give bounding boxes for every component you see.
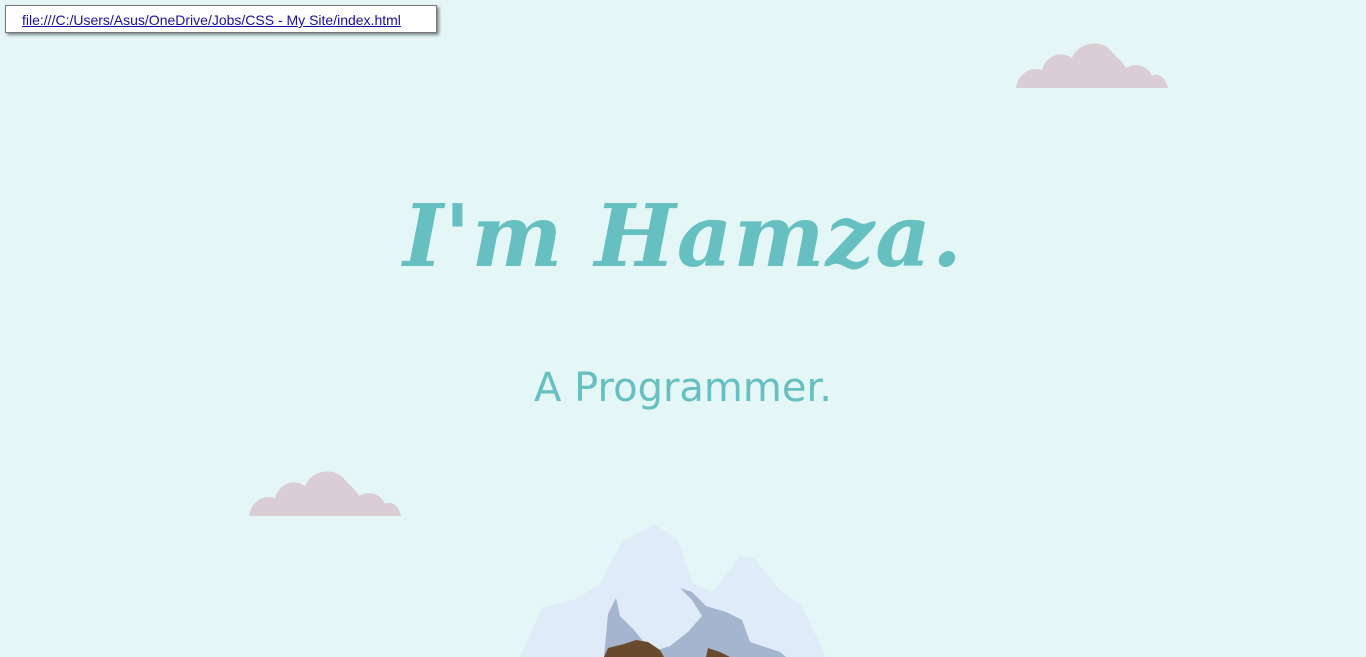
hero-title: I'm Hamza.: [403, 186, 963, 287]
status-link-tooltip: file:///C:/Users/Asus/OneDrive/Jobs/CSS …: [5, 5, 437, 33]
cloud-icon: [1016, 43, 1168, 88]
cloud-icon: [249, 471, 401, 516]
mountain-illustration: [520, 524, 826, 657]
hero-subtitle: A Programmer.: [534, 365, 832, 411]
status-link-url[interactable]: file:///C:/Users/Asus/OneDrive/Jobs/CSS …: [22, 12, 401, 28]
